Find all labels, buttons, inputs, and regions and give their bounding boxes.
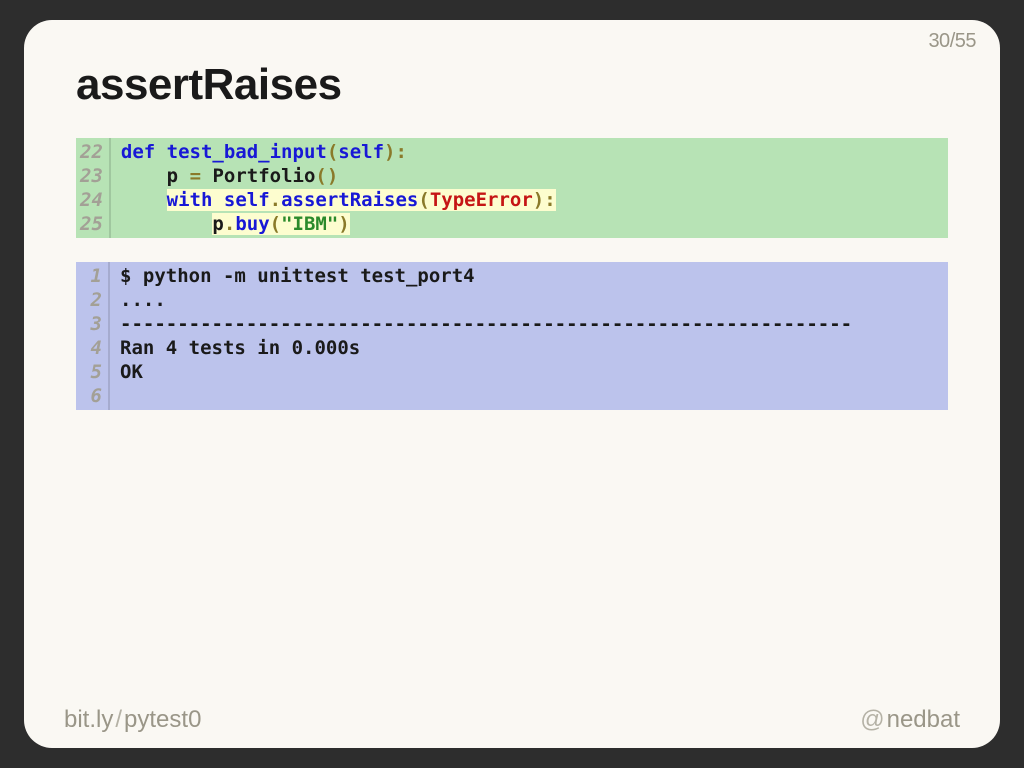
term-line: ----------------------------------------…: [120, 312, 940, 336]
lineno: 1: [80, 264, 102, 288]
at-icon: @: [858, 706, 886, 733]
slide-title: assertRaises: [76, 60, 948, 110]
lineno: 23: [80, 164, 103, 188]
footer-handle[interactable]: @nedbat: [858, 706, 960, 734]
code-gutter: 22232425: [76, 138, 111, 238]
code-line: p = Portfolio(): [121, 164, 940, 188]
page-number: 30/55: [928, 30, 976, 53]
page-current: 30: [928, 30, 949, 52]
lineno: 4: [80, 336, 102, 360]
code-line: def test_bad_input(self):: [121, 140, 940, 164]
term-line: OK: [120, 360, 940, 384]
lineno: 6: [80, 384, 102, 408]
code-body: $ python -m unittest test_port4....-----…: [110, 262, 948, 410]
slash-icon: /: [113, 706, 124, 733]
code-body: def test_bad_input(self): p = Portfolio(…: [111, 138, 948, 238]
lineno: 3: [80, 312, 102, 336]
code-highlight: p.buy("IBM"): [212, 213, 349, 235]
footer-url-path: pytest0: [124, 706, 201, 733]
footer-handle-name: nedbat: [887, 706, 960, 733]
code-line: with self.assertRaises(TypeError):: [121, 188, 940, 212]
slide-footer: bit.ly/pytest0 @nedbat: [24, 706, 1000, 734]
footer-link[interactable]: bit.ly/pytest0: [64, 706, 201, 734]
code-line: p.buy("IBM"): [121, 212, 940, 236]
lineno: 25: [80, 212, 103, 236]
footer-url-host: bit.ly: [64, 706, 113, 733]
lineno: 22: [80, 140, 103, 164]
page-total: 55: [955, 30, 976, 52]
lineno: 2: [80, 288, 102, 312]
term-line: ....: [120, 288, 940, 312]
slide: 30/55 assertRaises 22232425 def test_bad…: [24, 20, 1000, 748]
code-block-python: 22232425 def test_bad_input(self): p = P…: [76, 138, 948, 238]
lineno: 5: [80, 360, 102, 384]
code-highlight: with self.assertRaises(TypeError):: [167, 189, 556, 211]
term-line: Ran 4 tests in 0.000s: [120, 336, 940, 360]
code-block-terminal: 123456 $ python -m unittest test_port4..…: [76, 262, 948, 410]
code-gutter: 123456: [76, 262, 110, 410]
lineno: 24: [80, 188, 103, 212]
term-line: $ python -m unittest test_port4: [120, 264, 940, 288]
